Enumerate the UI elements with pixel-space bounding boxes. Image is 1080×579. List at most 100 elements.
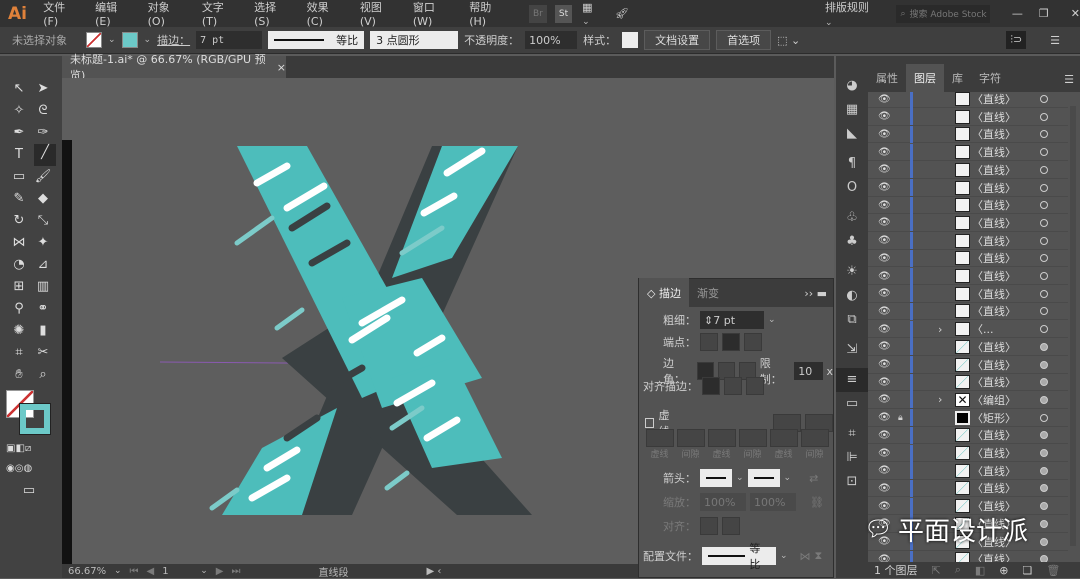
stroke-swatch[interactable]	[121, 32, 138, 48]
visibility-eye-icon[interactable]: 👁︎	[878, 217, 891, 228]
fill-swatch[interactable]	[86, 32, 102, 48]
club-icon[interactable]: ♣	[836, 230, 868, 254]
draw-mode-icons[interactable]: ◉◎◍	[6, 460, 32, 478]
layer-row[interactable]: 👁︎ 〈直线〉	[868, 179, 1068, 197]
visibility-eye-icon[interactable]: 👁︎	[878, 147, 891, 158]
layer-row[interactable]: 👁︎ 〈直线〉	[868, 285, 1068, 303]
eraser-icon[interactable]: ◆	[34, 190, 52, 208]
pathfinder-icon[interactable]: ⧉	[836, 308, 868, 332]
transform-icon[interactable]: ⌗	[836, 422, 868, 446]
color-mode-icons[interactable]: ▣◧⧄	[6, 440, 31, 458]
visibility-eye-icon[interactable]: 👁︎	[878, 129, 891, 140]
chevron-down-icon[interactable]: ⌄	[736, 473, 744, 483]
layer-row[interactable]: 👁︎ 〈直线〉	[868, 249, 1068, 268]
document-tab[interactable]: 未标题-1.ai* @ 66.67% (RGB/GPU 预览) ×	[62, 53, 286, 82]
new-layer-icon[interactable]: ❏	[1023, 564, 1033, 577]
paragraph-icon[interactable]: ¶	[836, 152, 868, 176]
visibility-eye-icon[interactable]: 👁︎	[878, 253, 891, 264]
target-circle[interactable]	[1040, 484, 1048, 493]
artboard-number[interactable]: 1	[162, 566, 192, 577]
screen-mode-icon[interactable]: ▭	[20, 482, 38, 500]
menu-window[interactable]: 窗口(W)	[405, 0, 461, 28]
gap-field[interactable]	[676, 429, 705, 447]
layer-row[interactable]: 👁︎ › ✕ 〈编组〉	[868, 391, 1068, 409]
panel-menu-icon[interactable]: ☰	[1050, 34, 1060, 47]
target-circle[interactable]	[1040, 555, 1048, 562]
zoom-dropdown[interactable]: ⌄	[114, 566, 122, 576]
align-icon[interactable]: ⫶⊃	[1006, 31, 1027, 49]
visibility-eye-icon[interactable]: 👁︎	[878, 394, 891, 405]
target-circle[interactable]	[1040, 201, 1048, 210]
start-scale-input[interactable]: 100%	[700, 493, 746, 511]
select-similar-icon[interactable]: ⬚ ⌄	[777, 34, 800, 47]
dashed-checkbox[interactable]	[645, 418, 655, 428]
opentype-icon[interactable]: O	[836, 176, 868, 200]
flip-across-icon[interactable]: ⋈	[800, 550, 811, 563]
dash-field[interactable]	[645, 429, 674, 447]
target-circle[interactable]	[1040, 325, 1048, 334]
gap-field[interactable]	[738, 429, 767, 447]
shape-builder-icon[interactable]: ◔	[10, 256, 28, 274]
visibility-eye-icon[interactable]: 👁︎	[878, 271, 891, 282]
variable-width-profile[interactable]: 等比	[268, 31, 365, 49]
visibility-eye-icon[interactable]: 👁︎	[878, 430, 891, 441]
target-circle[interactable]	[1040, 360, 1048, 369]
chevron-down-icon[interactable]: ⌄	[780, 551, 788, 561]
limit-input[interactable]: 10	[794, 362, 823, 380]
symbol-sprayer-icon[interactable]: ✺	[10, 322, 28, 340]
clipping-mask-icon[interactable]: ◧	[975, 564, 985, 577]
gradient-icon[interactable]: ▥	[34, 278, 52, 296]
swap-arrowheads-icon[interactable]: ⇄	[809, 472, 818, 485]
target-circle[interactable]	[1040, 218, 1048, 227]
target-circle[interactable]	[1040, 431, 1048, 440]
tab-layers[interactable]: 图层	[906, 64, 944, 92]
close-window-button[interactable]: ✕	[1071, 7, 1080, 20]
target-circle[interactable]	[1040, 378, 1048, 387]
visibility-eye-icon[interactable]: 👁︎	[878, 465, 891, 476]
visibility-eye-icon[interactable]: 👁︎	[878, 200, 891, 211]
locate-object-icon[interactable]: ⌕	[955, 563, 961, 577]
eyedropper-icon[interactable]: ⚲	[10, 300, 28, 318]
asset-icon[interactable]: ⊡	[836, 470, 868, 494]
perspective-icon[interactable]: ⊿	[34, 256, 52, 274]
delete-layer-icon[interactable]: 🗑︎	[1046, 564, 1060, 577]
start-arrowhead-select[interactable]	[700, 469, 732, 487]
arrow-tip-beyond-button[interactable]	[700, 517, 718, 535]
layer-row[interactable]: 👁︎ 〈直线〉	[868, 302, 1068, 321]
lasso-icon[interactable]: ᘓ	[34, 102, 52, 120]
round-cap-button[interactable]	[722, 333, 740, 351]
next-artboard-button[interactable]: ▶	[216, 566, 224, 577]
menu-view[interactable]: 视图(V)	[352, 0, 405, 28]
dash-field[interactable]	[707, 429, 736, 447]
menu-type[interactable]: 文字(T)	[194, 0, 246, 28]
projecting-cap-button[interactable]	[744, 333, 762, 351]
visibility-eye-icon[interactable]: 👁︎	[878, 182, 891, 193]
expand-arrow-icon[interactable]: ›	[938, 323, 942, 336]
layer-row[interactable]: 👁︎ 〈直线〉	[868, 426, 1068, 445]
target-circle[interactable]	[1040, 307, 1048, 316]
end-arrowhead-select[interactable]	[747, 469, 780, 487]
layer-row[interactable]: 👁︎ 〈直线〉	[868, 92, 1068, 108]
link-scale-icon[interactable]: ⛓	[810, 496, 824, 509]
close-tab-button[interactable]: ×	[277, 61, 286, 74]
expand-arrow-icon[interactable]: ›	[938, 393, 942, 406]
puppet-warp-icon[interactable]: ✦	[34, 234, 52, 252]
visibility-eye-icon[interactable]: 👁︎	[878, 377, 891, 388]
zoom-icon[interactable]: ⌕	[34, 366, 52, 384]
end-scale-input[interactable]: 100%	[750, 493, 796, 511]
hand-icon[interactable]: ✋︎	[10, 366, 28, 384]
slice-icon[interactable]: ✂	[34, 344, 52, 362]
paintbrush-icon[interactable]: 🖌︎	[34, 168, 52, 186]
visibility-eye-icon[interactable]: 👁︎	[878, 501, 891, 512]
new-sublayer-icon[interactable]: ⊕	[999, 564, 1008, 577]
color-panel-icon[interactable]: ◕	[836, 74, 868, 98]
panel-options-icon[interactable]: ›› ▬	[804, 287, 833, 300]
prev-artboard-button[interactable]: ◀	[147, 566, 155, 577]
first-artboard-button[interactable]: ⏮	[130, 566, 139, 577]
tab-stroke[interactable]: ◇ 描边	[639, 278, 689, 308]
tab-character[interactable]: 字符	[971, 64, 1009, 92]
bridge-button[interactable]: Br	[529, 4, 547, 23]
target-circle[interactable]	[1040, 342, 1048, 351]
align-center-button[interactable]	[702, 377, 720, 395]
target-circle[interactable]	[1040, 449, 1048, 457]
